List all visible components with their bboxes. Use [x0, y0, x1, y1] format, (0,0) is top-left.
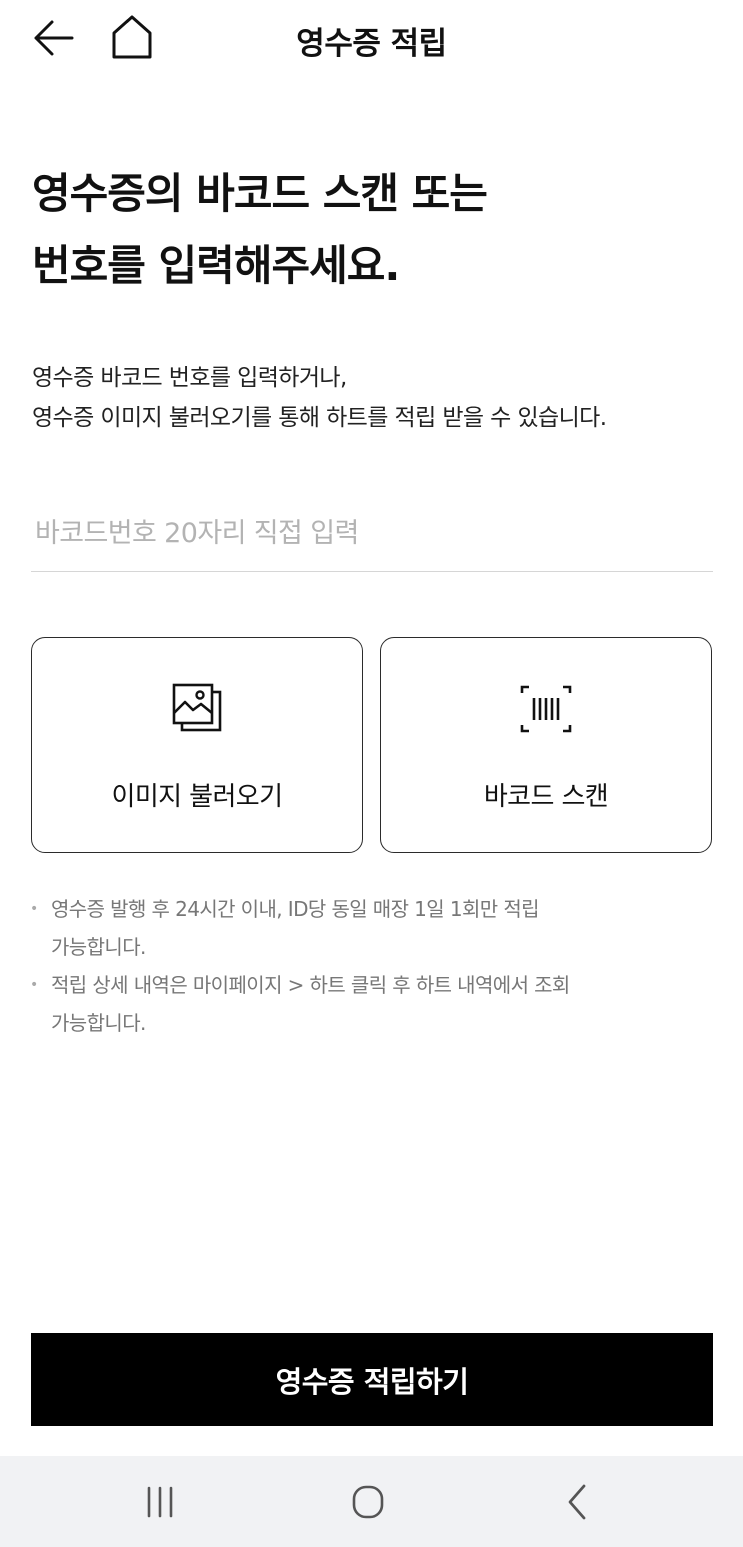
image-load-button[interactable]: 이미지 불러오기: [31, 637, 363, 853]
notice-item-line: 영수증 발행 후 24시간 이내, ID당 동일 매장 1일 1회만 적립: [51, 897, 540, 921]
notice-item: • 영수증 발행 후 24시간 이내, ID당 동일 매장 1일 1회만 적립 …: [30, 890, 720, 966]
description-line-2: 영수증 이미지 불러오기를 통해 하트를 적립 받을 수 있습니다.: [32, 405, 607, 431]
headline-line-1: 영수증의 바코드 스캔 또는: [32, 169, 488, 218]
submit-receipt-button[interactable]: 영수증 적립하기: [31, 1333, 713, 1426]
notice-item-line: 가능합니다.: [51, 1011, 146, 1035]
headline: 영수증의 바코드 스캔 또는 번호를 입력해주세요.: [32, 158, 722, 302]
recent-apps-icon: [147, 1486, 173, 1518]
chevron-left-icon: [568, 1484, 586, 1520]
notice-item-line: 가능합니다.: [51, 935, 146, 959]
bullet: •: [30, 901, 38, 917]
system-back-button[interactable]: [556, 1482, 600, 1522]
recent-apps-button[interactable]: [138, 1482, 182, 1522]
description: 영수증 바코드 번호를 입력하거나, 영수증 이미지 불러오기를 통해 하트를 …: [32, 358, 732, 438]
header: 영수증 적립: [0, 0, 743, 80]
barcode-number-input[interactable]: [31, 496, 713, 572]
notice-item: • 적립 상세 내역은 마이페이지 > 하트 클릭 후 하트 내역에서 조회 가…: [30, 966, 720, 1042]
barcode-scan-icon: [519, 682, 573, 740]
notice-list: • 영수증 발행 후 24시간 이내, ID당 동일 매장 1일 1회만 적립 …: [30, 890, 720, 1042]
page-title: 영수증 적립: [296, 26, 447, 62]
notice-item-line: 적립 상세 내역은 마이페이지 > 하트 클릭 후 하트 내역에서 조회: [51, 973, 570, 997]
bullet: •: [30, 977, 38, 993]
barcode-scan-label: 바코드 스캔: [483, 782, 609, 812]
barcode-scan-button[interactable]: 바코드 스캔: [380, 637, 712, 853]
image-load-label: 이미지 불러오기: [111, 782, 284, 812]
image-gallery-icon: [170, 682, 224, 740]
headline-line-2: 번호를 입력해주세요.: [32, 241, 400, 290]
description-line-1: 영수증 바코드 번호를 입력하거나,: [32, 365, 347, 391]
home-circle-icon: [352, 1485, 384, 1519]
system-nav-bar: [0, 1456, 743, 1547]
system-home-button[interactable]: [346, 1482, 390, 1522]
